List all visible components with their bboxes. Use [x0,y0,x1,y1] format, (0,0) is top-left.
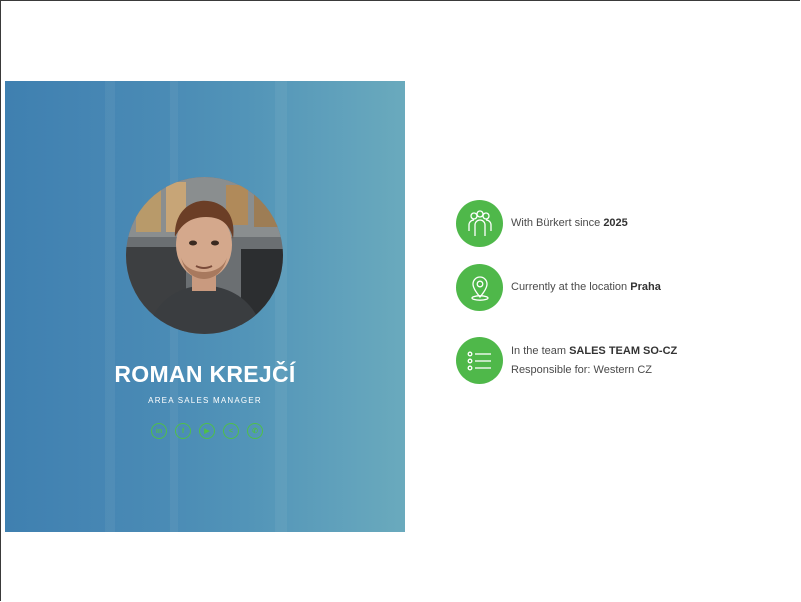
info-since: With Bürkert since 2025 [456,200,628,247]
team-text: In the team SALES TEAM SO-CZ Responsible… [511,342,677,380]
responsible-text: Responsible for: Western CZ [511,363,653,376]
location-pin-icon [456,264,503,311]
list-icon [456,337,503,384]
card-stripe [275,81,287,532]
card-stripe [105,81,115,532]
profile-photo [126,177,283,334]
profile-role: AREA SALES MANAGER [148,396,262,405]
profile-card: ROMAN KREJČÍ AREA SALES MANAGER in f ▶ <… [5,81,405,532]
share-icon[interactable]: < [223,423,239,439]
linkedin-icon[interactable]: in [151,423,167,439]
profile-name: ROMAN KREJČÍ [114,361,296,387]
location-text: Currently at the location Praha [511,281,661,293]
info-team: In the team SALES TEAM SO-CZ Responsible… [456,337,677,384]
info-location: Currently at the location Praha [456,264,661,311]
youtube-icon[interactable]: ▶ [199,423,215,439]
team-people-icon [456,200,503,247]
social-links: in f ▶ < ✆ [147,423,267,439]
since-text: With Bürkert since 2025 [511,217,628,229]
facebook-icon[interactable]: f [175,423,191,439]
whatsapp-icon[interactable]: ✆ [247,423,263,439]
avatar [126,177,283,334]
